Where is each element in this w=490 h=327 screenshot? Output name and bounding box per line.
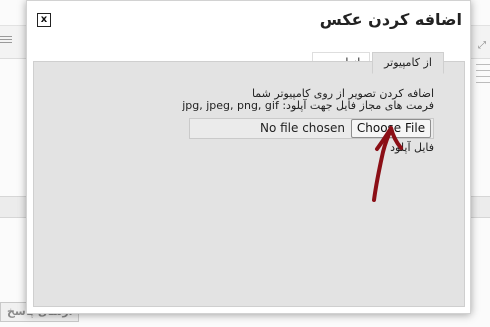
upload-file-label: فایل آپلود xyxy=(390,141,434,154)
choose-file-button[interactable]: Choose File xyxy=(351,119,431,138)
align-icon xyxy=(0,36,12,46)
close-icon[interactable]: x xyxy=(37,13,51,27)
list-icon xyxy=(476,64,490,88)
allowed-formats-label: فرمت های مجاز فایل جهت آپلود: xyxy=(282,99,434,112)
allowed-formats-value: jpg, jpeg, png, gif xyxy=(182,99,279,112)
upload-instructions: اضافه کردن تصویر از روی کامپیوتر شما فرم… xyxy=(134,88,434,112)
file-status: No file chosen xyxy=(259,121,345,135)
page: ⤢ ارسال پاسخ x اضافه کردن عکس از کامپیوت… xyxy=(0,0,490,327)
allowed-formats-line: فرمت های مجاز فایل جهت آپلود: jpg, jpeg,… xyxy=(134,100,434,112)
add-image-dialog: x اضافه کردن عکس از کامپیوتر از ادرس اضا… xyxy=(26,0,471,314)
file-input[interactable]: Choose File No file chosen xyxy=(189,118,434,139)
dialog-title: اضافه کردن عکس xyxy=(319,10,462,29)
tab-from-computer[interactable]: از کامپیوتر xyxy=(372,52,444,74)
expand-icon: ⤢ xyxy=(478,40,486,51)
